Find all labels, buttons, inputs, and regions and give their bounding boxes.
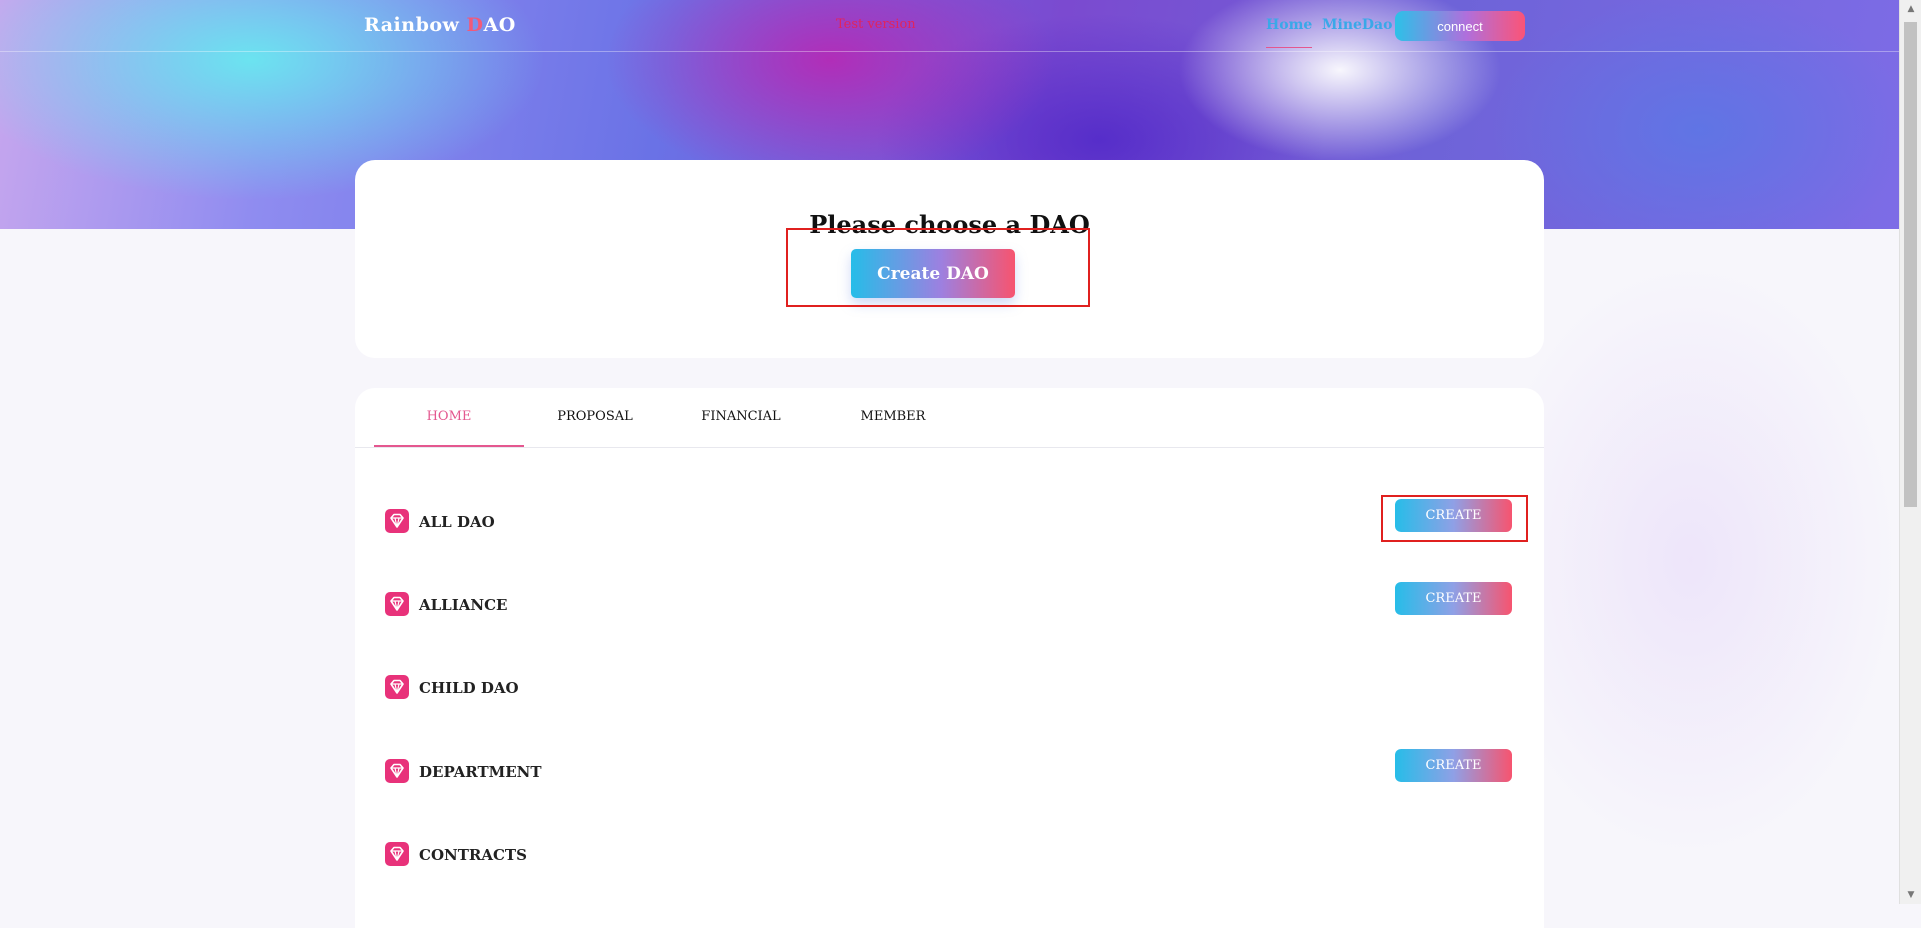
vertical-scrollbar[interactable]: ▲ ▼ bbox=[1899, 0, 1921, 904]
active-tab-indicator bbox=[374, 445, 524, 447]
tab-financial[interactable]: FINANCIAL bbox=[666, 409, 816, 424]
diamond-icon bbox=[385, 842, 409, 866]
connect-button[interactable]: connect bbox=[1395, 11, 1525, 41]
logo-text-d: D bbox=[466, 14, 484, 36]
section-label: ALL DAO bbox=[419, 513, 495, 531]
tab-member[interactable]: MEMBER bbox=[818, 409, 968, 424]
section-label: ALLIANCE bbox=[419, 596, 508, 614]
app-logo[interactable]: Rainbow DAO bbox=[364, 14, 516, 36]
nav-link-minedao[interactable]: MineDao bbox=[1322, 17, 1392, 33]
diamond-icon bbox=[385, 759, 409, 783]
diamond-icon bbox=[385, 675, 409, 699]
top-header: Rainbow DAO Test version Home MineDao co… bbox=[0, 0, 1899, 52]
scroll-down-icon[interactable]: ▼ bbox=[1900, 886, 1921, 904]
nav-link-home[interactable]: Home bbox=[1266, 17, 1313, 48]
tab-proposal[interactable]: PROPOSAL bbox=[520, 409, 670, 424]
tab-home[interactable]: HOME bbox=[374, 409, 524, 424]
create-alliance-button[interactable]: CREATE bbox=[1395, 582, 1512, 615]
section-label: CHILD DAO bbox=[419, 679, 519, 697]
dao-content-card: HOME PROPOSAL FINANCIAL MEMBER ALL DAO C… bbox=[355, 388, 1544, 928]
test-version-label: Test version bbox=[836, 17, 916, 32]
highlight-box-create-all-dao bbox=[1381, 495, 1528, 542]
section-label: DEPARTMENT bbox=[419, 763, 542, 781]
scroll-up-icon[interactable]: ▲ bbox=[1900, 0, 1921, 18]
scrollbar-thumb[interactable] bbox=[1904, 22, 1917, 507]
highlight-box-create-dao bbox=[786, 228, 1090, 307]
section-label: CONTRACTS bbox=[419, 846, 527, 864]
diamond-icon bbox=[385, 592, 409, 616]
logo-text-rest: AO bbox=[483, 14, 516, 36]
logo-text-main: Rainbow bbox=[364, 14, 467, 36]
tab-bar: HOME PROPOSAL FINANCIAL MEMBER bbox=[355, 388, 1544, 448]
create-department-button[interactable]: CREATE bbox=[1395, 749, 1512, 782]
diamond-icon bbox=[385, 509, 409, 533]
